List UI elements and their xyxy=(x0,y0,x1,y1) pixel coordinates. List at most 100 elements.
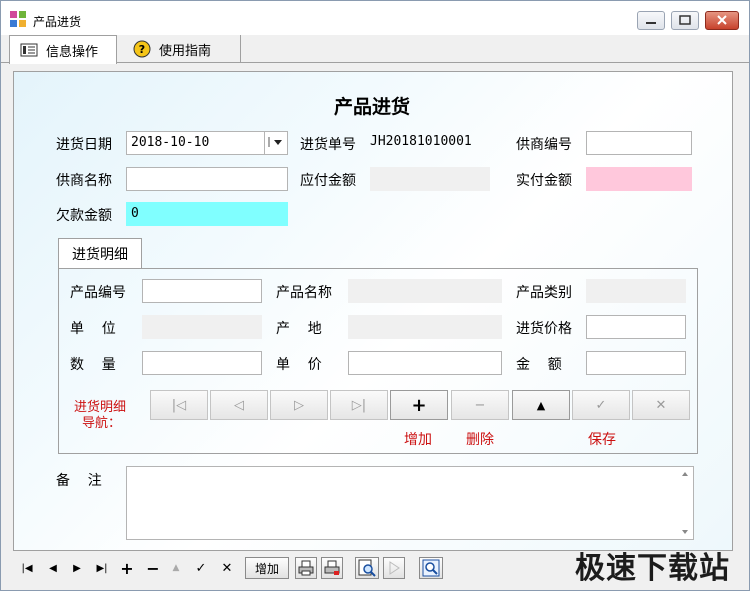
unit-price-field[interactable] xyxy=(348,351,502,375)
minus-icon: − xyxy=(146,558,160,578)
amount-label: 金 额 xyxy=(516,357,562,373)
paid-field[interactable] xyxy=(586,167,692,191)
tab-info-operation[interactable]: 信息操作 xyxy=(9,35,117,64)
detail-delete-button[interactable]: − xyxy=(451,390,509,420)
last-icon: ▶| xyxy=(96,562,108,574)
order-no-label: 进货单号 xyxy=(300,137,356,153)
scroll-arrows-icon xyxy=(682,472,688,534)
date-label: 进货日期 xyxy=(56,137,112,153)
supplier-no-label: 供商编号 xyxy=(516,137,572,153)
print-button[interactable] xyxy=(295,557,317,579)
detail-prev-button[interactable]: ◁ xyxy=(210,390,268,420)
tab-user-guide-label: 使用指南 xyxy=(159,43,212,59)
help-icon: ? xyxy=(133,40,151,58)
maximize-button[interactable] xyxy=(671,11,699,30)
purchase-price-field[interactable] xyxy=(586,315,686,339)
detail-first-button[interactable]: |◁ xyxy=(150,390,208,420)
check-icon: ✓ xyxy=(595,397,607,413)
post-icon: ▲ xyxy=(536,398,546,412)
save-caption: 保存 xyxy=(588,432,616,448)
nav-delete-button[interactable]: − xyxy=(143,557,163,579)
tab-user-guide[interactable]: ? 使用指南 xyxy=(123,35,241,63)
product-no-field[interactable] xyxy=(142,279,262,303)
find-button[interactable] xyxy=(419,557,443,579)
prev-icon: ◀ xyxy=(49,562,57,574)
date-dropdown-button[interactable] xyxy=(264,131,288,155)
purchase-price-label: 进货价格 xyxy=(516,321,572,337)
debt-field: 0 xyxy=(126,202,288,226)
print-preview-button[interactable] xyxy=(321,557,343,579)
detail-add-button[interactable]: + xyxy=(390,390,448,420)
unit-field xyxy=(142,315,262,339)
nav-post-button[interactable]: ✓ xyxy=(191,557,211,579)
origin-field xyxy=(348,315,502,339)
nav-edit-button[interactable]: ▲ xyxy=(167,557,185,579)
close-button[interactable] xyxy=(705,11,739,30)
add-icon: + xyxy=(411,394,427,416)
detail-cancel-button[interactable]: ✕ xyxy=(632,390,690,420)
window-title: 产品进货 xyxy=(33,15,82,29)
app-window: 产品进货 信息操作 ? 使用指南 产品进货 进货日期 2018-10-10 进货… xyxy=(0,0,750,591)
payable-label: 应付金额 xyxy=(300,173,356,189)
nav-prev-button[interactable]: ◀ xyxy=(43,557,63,579)
remarks-textarea[interactable] xyxy=(126,466,694,540)
product-name-label: 产品名称 xyxy=(276,285,332,301)
play-icon xyxy=(389,561,400,575)
paid-label: 实付金额 xyxy=(516,173,572,189)
supplier-no-field[interactable] xyxy=(586,131,692,155)
svg-text:?: ? xyxy=(139,43,145,56)
detail-confirm-button[interactable]: ✓ xyxy=(572,390,630,420)
toolbar-add-button[interactable]: 增加 xyxy=(245,557,289,579)
nav-last-button[interactable]: ▶| xyxy=(91,557,113,579)
quantity-field[interactable] xyxy=(142,351,262,375)
search-icon xyxy=(422,559,440,577)
nav-insert-button[interactable]: + xyxy=(117,557,137,579)
detail-next-button[interactable]: ▷ xyxy=(270,390,328,420)
first-icon: |◀ xyxy=(21,562,33,574)
amount-field[interactable] xyxy=(586,351,686,375)
next-record-icon: ▷ xyxy=(294,397,304,413)
product-no-label: 产品编号 xyxy=(70,285,126,301)
tab-purchase-detail[interactable]: 进货明细 xyxy=(58,238,142,269)
debt-label: 欠款金额 xyxy=(56,208,112,224)
last-record-icon: ▷| xyxy=(351,397,367,413)
supplier-name-field[interactable] xyxy=(126,167,288,191)
category-field xyxy=(586,279,686,303)
detail-last-button[interactable]: ▷| xyxy=(330,390,388,420)
origin-label: 产 地 xyxy=(276,321,322,337)
preview-button[interactable] xyxy=(355,557,379,579)
close-icon xyxy=(717,15,727,25)
watermark-logo: 极速下载站 xyxy=(575,551,730,586)
check-icon: ✓ xyxy=(195,560,207,576)
add-caption: 增加 xyxy=(404,432,432,448)
quantity-label: 数 量 xyxy=(70,357,116,373)
detail-nav-label-line2: 导航： xyxy=(82,416,122,431)
maximize-icon xyxy=(679,15,691,25)
date-field[interactable]: 2018-10-10 xyxy=(126,131,266,155)
delete-icon: − xyxy=(474,397,486,413)
magnifier-page-icon xyxy=(358,559,376,577)
tab-info-operation-label: 信息操作 xyxy=(46,44,99,60)
minimize-icon xyxy=(646,22,656,24)
category-label: 产品类别 xyxy=(516,285,572,301)
previous-record-icon: ◁ xyxy=(234,397,244,413)
title-bar: 产品进货 xyxy=(1,1,749,35)
delete-caption: 删除 xyxy=(466,432,494,448)
chevron-down-icon xyxy=(268,137,282,147)
unit-label: 单 位 xyxy=(70,321,116,337)
plus-icon: + xyxy=(120,558,134,578)
info-panel-icon xyxy=(20,43,38,57)
supplier-name-label: 供商名称 xyxy=(56,173,112,189)
detail-post-button[interactable]: ▲ xyxy=(512,390,570,420)
nav-next-button[interactable]: ▶ xyxy=(67,557,87,579)
nav-cancel-button[interactable]: ✕ xyxy=(217,557,237,579)
nav-first-button[interactable]: |◀ xyxy=(17,557,37,579)
minimize-button[interactable] xyxy=(637,11,665,30)
edit-icon: ▲ xyxy=(172,563,180,573)
tab-bar: 信息操作 ? 使用指南 xyxy=(1,35,749,64)
payable-field xyxy=(370,167,490,191)
print-icon xyxy=(298,560,314,576)
remarks-scrollbar[interactable] xyxy=(678,468,692,538)
cancel-icon: ✕ xyxy=(655,397,667,413)
play-button[interactable] xyxy=(383,557,405,579)
